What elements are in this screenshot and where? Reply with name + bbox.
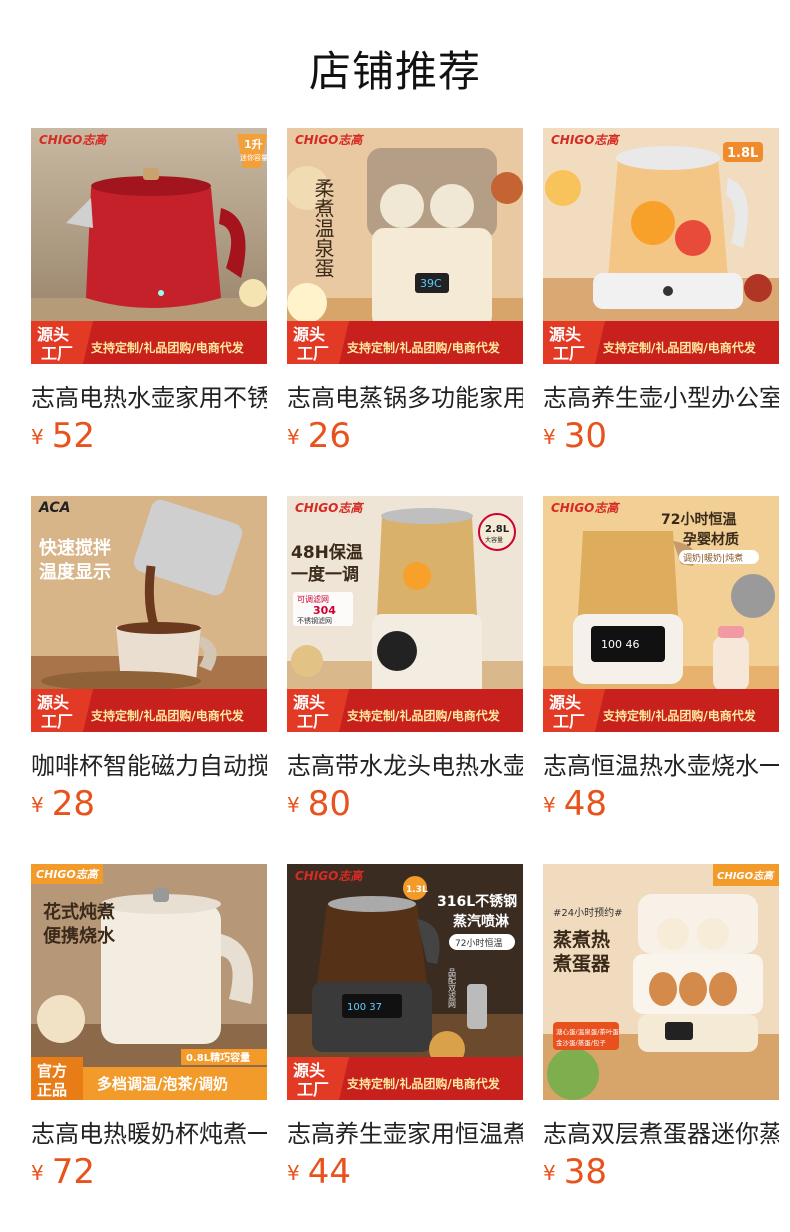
product-card[interactable]: CHIGO志高 1.8L 源头 工厂 支持定制/礼品团购/电商代发 志高养生壶小… — [543, 128, 779, 458]
product-card[interactable]: 39C CHIGO志高 柔煮温泉蛋 源头 工厂 支持定制/礼品团购/电商代发 志… — [287, 128, 523, 458]
product-card[interactable]: CHIGO志高 1升 迷你容量 源头 工厂 支持定制/礼品团购/电商代发 志高电… — [31, 128, 267, 458]
svg-text:工厂: 工厂 — [297, 344, 329, 363]
service-banner: 多档调温/泡茶/调奶 — [97, 1075, 228, 1093]
product-name[interactable]: 志高恒温热水壶烧水一体 — [543, 746, 779, 781]
svg-text:溏心蛋/温泉蛋/茶叶蛋: 溏心蛋/温泉蛋/茶叶蛋 — [556, 1027, 619, 1036]
svg-text:大容量: 大容量 — [485, 536, 503, 544]
product-price: ¥44 — [287, 1152, 351, 1192]
product-image[interactable]: CHIGO志高 #24小时预约# 蒸煮热 煮蛋器 溏心蛋/温泉蛋/茶叶蛋 金沙蛋… — [543, 864, 779, 1100]
svg-text:0.8L精巧容量: 0.8L精巧容量 — [186, 1051, 250, 1064]
svg-text:1.3L: 1.3L — [406, 885, 428, 895]
feature-vertical-text: 柔煮温泉蛋 — [311, 178, 335, 278]
svg-text:正品: 正品 — [37, 1081, 67, 1099]
svg-text:工厂: 工厂 — [41, 344, 73, 363]
svg-text:CHIGO志高: CHIGO志高 — [295, 869, 364, 883]
svg-text:CHIGO志高: CHIGO志高 — [717, 870, 775, 882]
page-title: 店铺推荐 — [308, 47, 481, 96]
svg-text:温度显示: 温度显示 — [39, 561, 111, 583]
product-card[interactable]: 100 37 CHIGO志高 1.3L 316L不锈钢 蒸汽喷淋 72小时恒温 … — [287, 864, 523, 1194]
product-price: ¥28 — [31, 784, 95, 824]
svg-text:316L不锈钢: 316L不锈钢 — [437, 893, 517, 910]
service-banner: 支持定制/礼品团购/电商代发 — [346, 708, 501, 723]
svg-text:不锈钢滤网: 不锈钢滤网 — [297, 616, 332, 625]
product-name[interactable]: 志高养生壶小型办公室 — [543, 378, 779, 413]
svg-text:快速搅拌: 快速搅拌 — [39, 537, 111, 559]
svg-text:品配双滤网: 品配双滤网 — [448, 968, 457, 1009]
svg-text:2.8L: 2.8L — [485, 524, 510, 535]
capacity-badge: 1.8L — [727, 146, 758, 161]
svg-text:工厂: 工厂 — [297, 1080, 329, 1099]
svg-text:#24小时预约#: #24小时预约# — [553, 906, 622, 919]
svg-text:工厂: 工厂 — [553, 712, 585, 731]
svg-text:花式炖煮: 花式炖煮 — [43, 901, 115, 923]
product-image[interactable]: 100 46 CHIGO志高 72小时恒温 孕婴材质 调奶|暖奶|炖煮 源头 工… — [543, 496, 779, 732]
aca-logo: ACA — [38, 500, 71, 516]
product-name[interactable]: 志高养生壶家用恒温煮茶 — [287, 1114, 523, 1149]
svg-text:工厂: 工厂 — [553, 344, 585, 363]
svg-text:源头: 源头 — [293, 325, 325, 344]
product-name[interactable]: 志高电热暖奶杯炖煮一体 — [31, 1114, 267, 1149]
service-banner: 支持定制/礼品团购/电商代发 — [90, 708, 245, 723]
svg-text:CHIGO志高: CHIGO志高 — [295, 501, 364, 515]
svg-text:304: 304 — [313, 604, 336, 617]
svg-text:CHIGO志高: CHIGO志高 — [295, 133, 364, 147]
svg-text:48H保温: 48H保温 — [291, 542, 363, 563]
svg-text:源头: 源头 — [293, 1061, 325, 1080]
svg-text:金沙蛋/蒸蛋/包子: 金沙蛋/蒸蛋/包子 — [556, 1038, 606, 1047]
product-name[interactable]: 志高电蒸锅多功能家用 — [287, 378, 523, 413]
svg-text:工厂: 工厂 — [41, 712, 73, 731]
svg-text:蒸煮热: 蒸煮热 — [553, 928, 610, 951]
product-image[interactable]: CHIGO志高 花式炖煮 便携烧水 0.8L精巧容量 官方 正品 多档调温/泡茶… — [31, 864, 267, 1100]
capacity-badge: 1升 — [244, 137, 263, 151]
product-card[interactable]: ACA 快速搅拌 温度显示 源头 工厂 支持定制/礼品团购/电商代发 咖啡杯智能… — [31, 496, 267, 826]
product-image[interactable]: CHIGO志高 1.8L 源头 工厂 支持定制/礼品团购/电商代发 — [543, 128, 779, 364]
product-name[interactable]: 志高双层煮蛋器迷你蒸蛋 — [543, 1114, 779, 1149]
svg-text:源头: 源头 — [37, 693, 69, 712]
product-price: ¥48 — [543, 784, 607, 824]
svg-text:CHIGO志高: CHIGO志高 — [551, 133, 620, 147]
product-price: ¥72 — [31, 1152, 95, 1192]
product-image[interactable]: CHIGO志高 48H保温 一度一调 可调滤网 304 不锈钢滤网 2.8L 大… — [287, 496, 523, 732]
svg-text:源头: 源头 — [549, 325, 581, 344]
service-banner: 支持定制/礼品团购/电商代发 — [346, 340, 501, 355]
svg-text:便携烧水: 便携烧水 — [43, 925, 116, 947]
service-banner: 支持定制/礼品团购/电商代发 — [90, 340, 245, 355]
product-card[interactable]: CHIGO志高 #24小时预约# 蒸煮热 煮蛋器 溏心蛋/温泉蛋/茶叶蛋 金沙蛋… — [543, 864, 779, 1194]
product-card[interactable]: 100 46 CHIGO志高 72小时恒温 孕婴材质 调奶|暖奶|炖煮 源头 工… — [543, 496, 779, 826]
svg-text:官方: 官方 — [37, 1062, 67, 1080]
service-banner: 支持定制/礼品团购/电商代发 — [602, 340, 757, 355]
product-price: ¥52 — [31, 416, 95, 456]
svg-text:一度一调: 一度一调 — [291, 564, 359, 585]
product-name[interactable]: 志高电热水壶家用不锈钢 — [31, 378, 267, 413]
svg-text:源头: 源头 — [293, 693, 325, 712]
svg-text:72小时恒温: 72小时恒温 — [661, 511, 736, 528]
svg-text:CHIGO志高: CHIGO志高 — [36, 868, 100, 881]
svg-text:72小时恒温: 72小时恒温 — [455, 937, 502, 949]
svg-text:蒸汽喷淋: 蒸汽喷淋 — [453, 913, 509, 930]
chigo-logo: CHIGO志高 — [39, 133, 108, 147]
svg-text:可调滤网: 可调滤网 — [297, 594, 329, 604]
svg-text:源头: 源头 — [549, 693, 581, 712]
product-card[interactable]: CHIGO志高 花式炖煮 便携烧水 0.8L精巧容量 官方 正品 多档调温/泡茶… — [31, 864, 267, 1194]
service-banner: 支持定制/礼品团购/电商代发 — [346, 1076, 501, 1091]
product-price: ¥26 — [287, 416, 351, 456]
product-image[interactable]: ACA 快速搅拌 温度显示 源头 工厂 支持定制/礼品团购/电商代发 — [31, 496, 267, 732]
service-banner: 支持定制/礼品团购/电商代发 — [602, 708, 757, 723]
product-card[interactable]: CHIGO志高 48H保温 一度一调 可调滤网 304 不锈钢滤网 2.8L 大… — [287, 496, 523, 826]
product-image[interactable]: 100 37 CHIGO志高 1.3L 316L不锈钢 蒸汽喷淋 72小时恒温 … — [287, 864, 523, 1100]
svg-text:工厂: 工厂 — [297, 712, 329, 731]
svg-text:煮蛋器: 煮蛋器 — [552, 952, 611, 975]
svg-text:调奶|暖奶|炖煮: 调奶|暖奶|炖煮 — [683, 552, 743, 564]
product-name[interactable]: 咖啡杯智能磁力自动搅拌 — [31, 746, 267, 781]
svg-text:源头: 源头 — [37, 325, 69, 344]
product-image[interactable]: 39C CHIGO志高 柔煮温泉蛋 源头 工厂 支持定制/礼品团购/电商代发 — [287, 128, 523, 364]
product-price: ¥30 — [543, 416, 607, 456]
svg-text:孕婴材质: 孕婴材质 — [683, 531, 739, 548]
product-name[interactable]: 志高带水龙头电热水壶 — [287, 746, 523, 781]
product-price: ¥80 — [287, 784, 351, 824]
svg-text:CHIGO志高: CHIGO志高 — [551, 501, 620, 515]
product-price: ¥38 — [543, 1152, 607, 1192]
product-image[interactable]: CHIGO志高 1升 迷你容量 源头 工厂 支持定制/礼品团购/电商代发 — [31, 128, 267, 364]
svg-text:迷你容量: 迷你容量 — [240, 153, 267, 162]
